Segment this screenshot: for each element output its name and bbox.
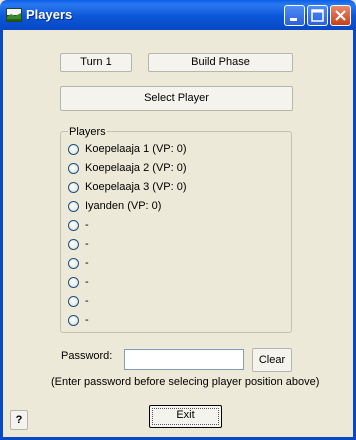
radio-button[interactable] bbox=[68, 295, 79, 307]
player-label: - bbox=[85, 257, 89, 269]
radio-button[interactable] bbox=[68, 238, 79, 250]
player-radio-4[interactable]: Iyanden (VP: 0) bbox=[68, 198, 161, 214]
minimize-icon bbox=[290, 18, 297, 21]
player-radio-1[interactable]: Koepelaaja 1 (VP: 0) bbox=[68, 141, 187, 157]
player-label: Koepelaaja 2 (VP: 0) bbox=[85, 162, 187, 174]
select-player-button[interactable]: Select Player bbox=[60, 86, 293, 111]
password-input[interactable] bbox=[124, 349, 244, 370]
player-label: - bbox=[85, 295, 89, 307]
password-label: Password: bbox=[61, 350, 113, 362]
phase-label: Build Phase bbox=[191, 56, 250, 68]
player-radio-6[interactable]: - bbox=[68, 236, 89, 252]
radio-button[interactable] bbox=[68, 219, 79, 231]
help-label: ? bbox=[15, 414, 23, 426]
close-icon bbox=[335, 10, 346, 21]
player-label: - bbox=[85, 276, 89, 288]
phase-button[interactable]: Build Phase bbox=[148, 53, 293, 72]
player-radio-3[interactable]: Koepelaaja 3 (VP: 0) bbox=[68, 179, 187, 195]
radio-button[interactable] bbox=[68, 276, 79, 288]
player-label: - bbox=[85, 238, 89, 250]
players-group-label: Players bbox=[68, 126, 107, 138]
player-label: - bbox=[85, 314, 89, 326]
radio-button[interactable] bbox=[68, 162, 79, 174]
window-title: Players bbox=[26, 7, 73, 22]
password-hint: (Enter password before selecing player p… bbox=[51, 376, 320, 388]
turn-label: Turn 1 bbox=[80, 56, 112, 68]
player-radio-10[interactable]: - bbox=[68, 312, 89, 328]
player-label: Iyanden (VP: 0) bbox=[85, 200, 162, 212]
maximize-icon bbox=[311, 9, 324, 22]
app-icon bbox=[6, 8, 22, 22]
select-player-label: Select Player bbox=[144, 92, 209, 104]
player-label: Koepelaaja 1 (VP: 0) bbox=[85, 143, 187, 155]
title-bar[interactable]: Players bbox=[0, 0, 356, 30]
radio-button[interactable] bbox=[68, 257, 79, 269]
minimize-button[interactable] bbox=[284, 5, 305, 26]
clear-button[interactable]: Clear bbox=[252, 348, 292, 372]
player-label: - bbox=[85, 219, 89, 231]
exit-label: Exit bbox=[176, 409, 195, 421]
help-button[interactable]: ? bbox=[10, 410, 28, 430]
close-button[interactable] bbox=[330, 5, 351, 26]
window-frame-left bbox=[0, 30, 3, 440]
radio-button[interactable] bbox=[68, 143, 79, 155]
player-radio-2[interactable]: Koepelaaja 2 (VP: 0) bbox=[68, 160, 187, 176]
maximize-button[interactable] bbox=[307, 5, 328, 26]
player-radio-5[interactable]: - bbox=[68, 217, 89, 233]
player-radio-7[interactable]: - bbox=[68, 255, 89, 271]
exit-button[interactable]: Exit bbox=[149, 405, 222, 428]
player-radio-8[interactable]: - bbox=[68, 274, 89, 290]
radio-button[interactable] bbox=[68, 314, 79, 326]
player-label: Koepelaaja 3 (VP: 0) bbox=[85, 181, 187, 193]
clear-label: Clear bbox=[258, 354, 286, 366]
turn-button[interactable]: Turn 1 bbox=[60, 53, 132, 72]
radio-button[interactable] bbox=[68, 200, 79, 212]
radio-button[interactable] bbox=[68, 181, 79, 193]
player-radio-9[interactable]: - bbox=[68, 293, 89, 309]
